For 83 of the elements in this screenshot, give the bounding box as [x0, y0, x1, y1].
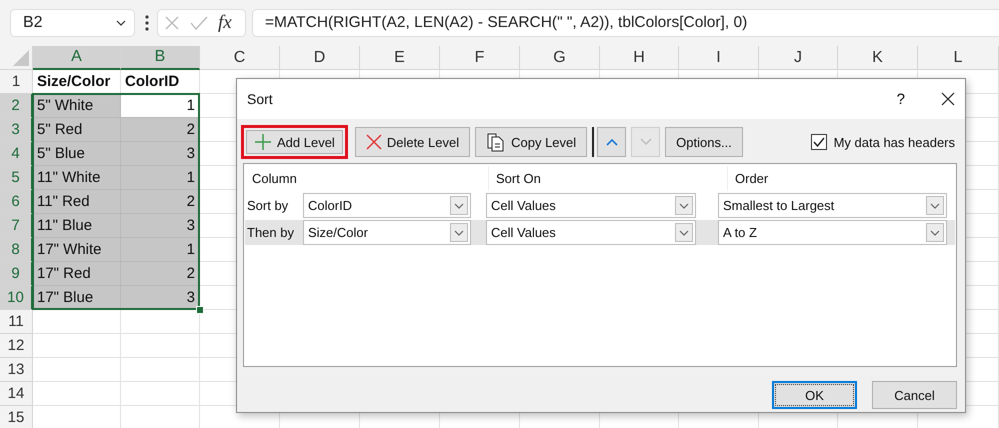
- row-header[interactable]: 15: [0, 406, 33, 428]
- sort-level-row[interactable]: Sort by ColorID Cell Values Smallest to Largest: [245, 193, 955, 218]
- row-header[interactable]: 5: [0, 166, 33, 190]
- column-header[interactable]: K: [838, 46, 918, 70]
- insert-function-button[interactable]: fx: [218, 12, 232, 34]
- table-cell: ColorID: [121, 70, 200, 94]
- row-header[interactable]: 7: [0, 214, 33, 238]
- table-cell: 2: [121, 190, 200, 214]
- table-cell: 2: [121, 118, 200, 142]
- move-up-icon: [606, 138, 618, 146]
- cancel-button[interactable]: Cancel: [872, 381, 957, 409]
- row-header[interactable]: 1: [0, 70, 33, 94]
- order-dropdown[interactable]: A to Z: [718, 220, 947, 245]
- name-box[interactable]: B2: [10, 9, 135, 37]
- plus-icon: [254, 133, 272, 151]
- column-header[interactable]: E: [360, 46, 440, 70]
- table-cell: 2: [121, 262, 200, 286]
- checkmark-icon: [812, 137, 825, 147]
- table-cell: 1: [121, 238, 200, 262]
- move-down-icon: [640, 138, 652, 146]
- check-icon[interactable]: [190, 16, 208, 30]
- row-header[interactable]: 8: [0, 238, 33, 262]
- column-heading: Sort On: [488, 166, 727, 191]
- row-header[interactable]: 13: [0, 358, 33, 382]
- table-cell: Size/Color: [33, 70, 121, 94]
- row-header[interactable]: 10: [0, 286, 33, 310]
- close-icon[interactable]: [941, 92, 955, 106]
- table-cell: 11" Blue: [33, 214, 121, 238]
- order-dropdown[interactable]: Smallest to Largest: [718, 193, 947, 218]
- options-button[interactable]: Options...: [665, 127, 743, 157]
- sort-on-dropdown[interactable]: Cell Values: [486, 220, 696, 245]
- copy-icon: [486, 132, 506, 152]
- row-header[interactable]: 3: [0, 118, 33, 142]
- table-cell: 5" White: [33, 94, 121, 118]
- column-header[interactable]: H: [600, 46, 679, 70]
- column-header[interactable]: F: [440, 46, 520, 70]
- table-cell: 3: [121, 214, 200, 238]
- dropdown-icon[interactable]: [116, 20, 126, 26]
- formula-field[interactable]: =MATCH(RIGHT(A2, LEN(A2) - SEARCH(" ", A2)), tblColors[Color], 0): [252, 9, 999, 37]
- fill-handle[interactable]: [196, 306, 204, 314]
- column-heading: Order: [727, 166, 957, 191]
- copy-level-button[interactable]: Copy Level: [475, 127, 588, 157]
- table-cell: 5" Blue: [33, 142, 121, 166]
- row-header[interactable]: 12: [0, 334, 33, 358]
- table-cell: 17" Red: [33, 262, 121, 286]
- level-label: Then by: [246, 224, 295, 242]
- level-label: Sort by: [246, 197, 290, 215]
- column-header[interactable]: I: [679, 46, 759, 70]
- column-header[interactable]: B: [121, 46, 200, 70]
- table-cell: 17" White: [33, 238, 121, 262]
- sort-on-dropdown[interactable]: Cell Values: [486, 193, 696, 218]
- table-cell: 1: [121, 166, 200, 190]
- move-up-button[interactable]: [597, 127, 626, 157]
- row-header[interactable]: 14: [0, 382, 33, 406]
- row-header[interactable]: 6: [0, 190, 33, 214]
- table-cell: 11" White: [33, 166, 121, 190]
- column-header[interactable]: A: [33, 46, 121, 70]
- column-header[interactable]: J: [759, 46, 838, 70]
- ok-button[interactable]: OK: [772, 381, 857, 409]
- row-header[interactable]: 4: [0, 142, 33, 166]
- dialog-title: Sort: [247, 91, 274, 107]
- cell-reference: B2: [23, 14, 43, 32]
- column-header[interactable]: L: [918, 46, 999, 70]
- column-header[interactable]: G: [520, 46, 600, 70]
- table-cell: 5" Red: [33, 118, 121, 142]
- add-level-button[interactable]: Add Level: [241, 125, 348, 159]
- table-cell: 3: [121, 142, 200, 166]
- help-button[interactable]: ?: [896, 90, 905, 108]
- row-header[interactable]: 9: [0, 262, 33, 286]
- table-cell: 17" Blue: [33, 286, 121, 310]
- column-header[interactable]: D: [280, 46, 360, 70]
- more-options-icon[interactable]: [145, 15, 149, 31]
- row-header[interactable]: 2: [0, 94, 33, 118]
- row-header[interactable]: 11: [0, 310, 33, 334]
- delete-level-button[interactable]: Delete Level: [354, 127, 470, 157]
- column-header[interactable]: C: [200, 46, 280, 70]
- delete-icon: [366, 134, 382, 150]
- column-dropdown[interactable]: Size/Color: [303, 220, 471, 245]
- column-heading: Column: [251, 170, 298, 188]
- column-dropdown[interactable]: ColorID: [303, 193, 471, 218]
- table-cell: 11" Red: [33, 190, 121, 214]
- headers-checkbox[interactable]: My data has headers: [810, 134, 955, 150]
- sort-level-row[interactable]: Then by Size/Color Cell Values A to Z: [245, 220, 955, 245]
